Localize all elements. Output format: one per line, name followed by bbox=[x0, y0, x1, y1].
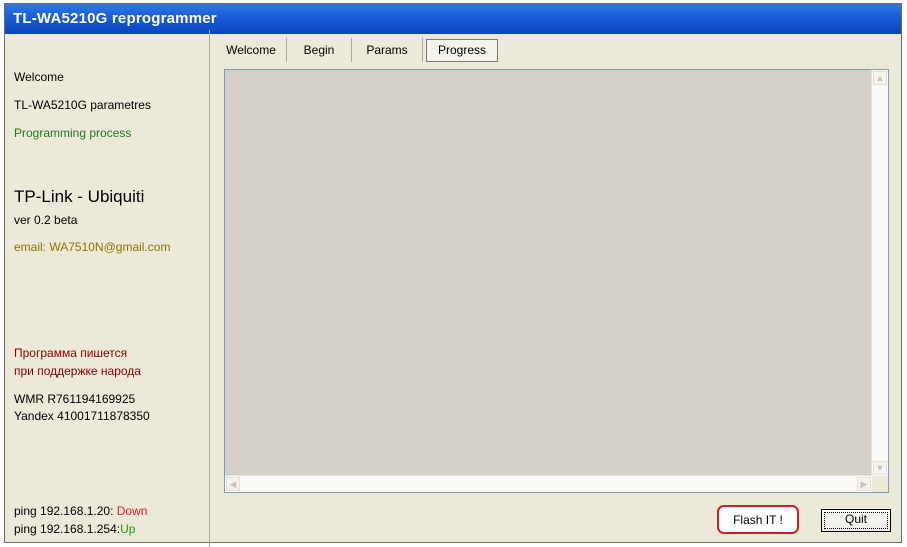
scroll-left-icon[interactable]: ◀ bbox=[226, 477, 240, 491]
scroll-up-icon[interactable]: ▲ bbox=[873, 71, 887, 85]
quit-button[interactable]: Quit bbox=[821, 509, 891, 532]
ping-status-1: ping 192.168.1.20: Down bbox=[14, 504, 147, 518]
support-text-line1: Программа пишется bbox=[14, 346, 128, 360]
tab-begin[interactable]: Begin bbox=[287, 38, 352, 62]
progress-log-area[interactable]: ▲ ▼ ◀ ▶ bbox=[224, 69, 889, 493]
app-name: TP-Link - Ubiquiti bbox=[14, 187, 145, 206]
left-panel: Welcome TL-WA5210G parametres Programmin… bbox=[5, 34, 214, 542]
ping-label-2: ping 192.168.1.254: bbox=[14, 522, 121, 536]
ping-label-1: ping 192.168.1.20: bbox=[14, 504, 114, 518]
wmr-wallet: WMR R761194169925 bbox=[14, 392, 136, 406]
email-label: email: WA7510N@gmail.com bbox=[14, 240, 171, 254]
scrollbar-corner bbox=[872, 476, 888, 492]
ping-status-up: Up bbox=[120, 522, 136, 536]
ping-status-down: Down bbox=[116, 504, 148, 518]
panel-divider bbox=[209, 30, 210, 547]
tab-progress[interactable]: Progress bbox=[426, 39, 498, 62]
sidebar-item-welcome[interactable]: Welcome bbox=[14, 70, 64, 84]
scroll-down-icon[interactable]: ▼ bbox=[873, 461, 887, 475]
flash-button[interactable]: Flash IT ! bbox=[717, 505, 799, 534]
vertical-scrollbar[interactable]: ▲ ▼ bbox=[871, 70, 888, 476]
ping-status-2: ping 192.168.1.254:Up bbox=[14, 522, 135, 536]
scroll-right-icon[interactable]: ▶ bbox=[857, 477, 871, 491]
sidebar-item-programming-process[interactable]: Programming process bbox=[14, 126, 131, 140]
horizontal-scrollbar[interactable]: ◀ ▶ bbox=[225, 475, 872, 492]
tab-welcome[interactable]: Welcome bbox=[216, 38, 287, 62]
version-label: ver 0.2 beta bbox=[14, 213, 78, 227]
tab-params[interactable]: Params bbox=[352, 38, 423, 62]
sidebar-item-parametres[interactable]: TL-WA5210G parametres bbox=[14, 98, 151, 112]
support-text-line2: при поддержке народа bbox=[14, 364, 141, 378]
title-bar[interactable]: TL-WA5210G reprogrammer bbox=[5, 4, 901, 34]
yandex-wallet: Yandex 41001711878350 bbox=[14, 409, 150, 423]
window-title: TL-WA5210G reprogrammer bbox=[13, 10, 217, 27]
